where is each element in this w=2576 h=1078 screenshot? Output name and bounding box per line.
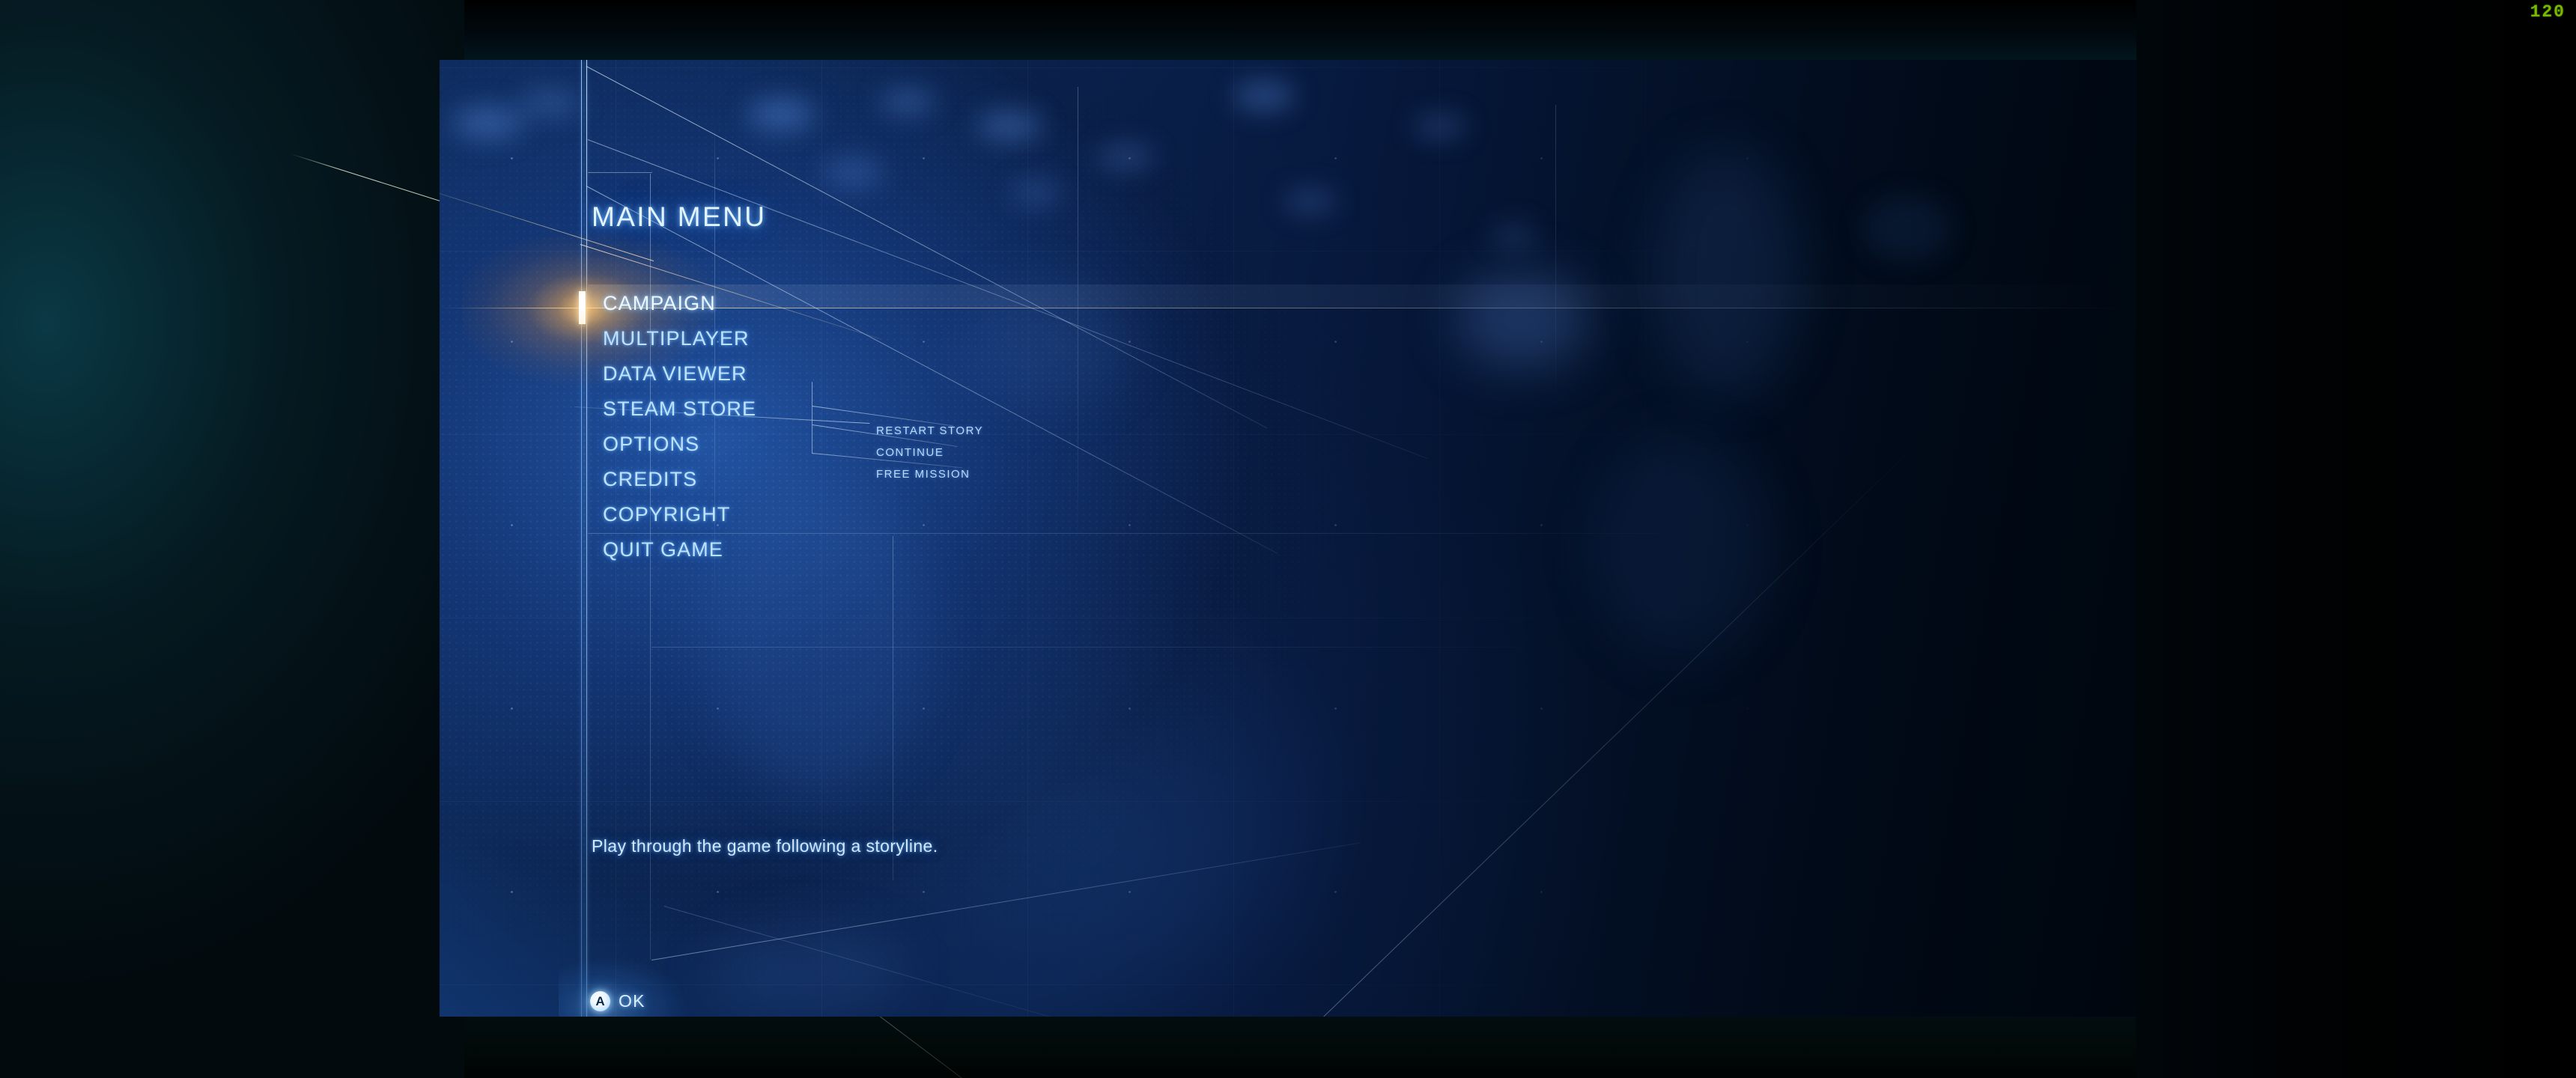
page-title: MAIN MENU xyxy=(592,201,767,232)
menu-item-quit-game[interactable]: QUIT GAME xyxy=(603,532,756,567)
menu-item-steam-store[interactable]: STEAM STORE xyxy=(603,392,756,427)
gamepad-a-button-icon: A xyxy=(590,991,610,1011)
background-left-ambient xyxy=(0,0,464,1078)
menu-item-description: Play through the game following a storyl… xyxy=(592,836,938,856)
menu-item-campaign[interactable]: CAMPAIGN xyxy=(603,286,756,321)
background-right-ambient xyxy=(2136,0,2576,1078)
menu-item-credits[interactable]: CREDITS xyxy=(603,462,756,497)
main-menu-panel: MAIN MENU CAMPAIGN MULTIPLAYER DATA VIEW… xyxy=(440,60,2136,1017)
confirm-prompt[interactable]: A OK xyxy=(559,958,686,1017)
menu-item-multiplayer[interactable]: MULTIPLAYER xyxy=(603,321,756,356)
menu-item-options[interactable]: OPTIONS xyxy=(603,427,756,462)
game-screen: MAIN MENU CAMPAIGN MULTIPLAYER DATA VIEW… xyxy=(0,0,2576,1078)
background-top-band xyxy=(464,0,2136,60)
menu-item-copyright[interactable]: COPYRIGHT xyxy=(603,497,756,532)
menu-item-data-viewer[interactable]: DATA VIEWER xyxy=(603,356,756,392)
prompt-label: OK xyxy=(619,991,645,1011)
main-menu-list: CAMPAIGN MULTIPLAYER DATA VIEWER STEAM S… xyxy=(603,286,756,567)
submenu-item-restart-story[interactable]: RESTART STORY xyxy=(876,420,983,442)
campaign-submenu-list: RESTART STORY CONTINUE FREE MISSION xyxy=(876,420,983,485)
submenu-item-continue[interactable]: CONTINUE xyxy=(876,442,983,463)
submenu-item-free-mission[interactable]: FREE MISSION xyxy=(876,463,983,485)
background-bottom-band xyxy=(464,1017,2136,1078)
fps-counter: 120 xyxy=(2530,2,2566,22)
